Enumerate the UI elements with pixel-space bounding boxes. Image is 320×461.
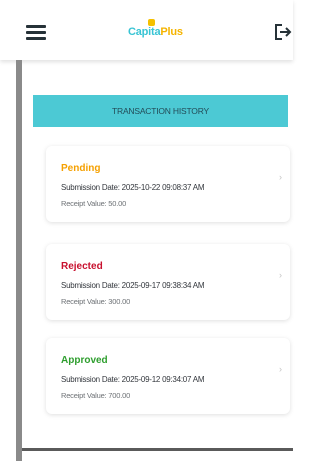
receipt-value: Receipt Value: 300.00 — [61, 297, 131, 306]
app-logo: CapitaPlus — [128, 26, 183, 38]
chevron-right-icon: › — [279, 172, 282, 182]
hamburger-menu-icon[interactable] — [26, 25, 46, 40]
transaction-history-banner: TRANSACTION HISTORY — [33, 95, 288, 127]
logout-icon[interactable] — [273, 22, 293, 42]
logo-mark-icon — [148, 19, 155, 26]
transaction-card-approved[interactable]: Approved Submission Date: 2025-09-12 09:… — [46, 338, 290, 414]
submission-date: Submission Date: 2025-09-17 09:38:34 AM — [61, 281, 205, 290]
transaction-card-rejected[interactable]: Rejected Submission Date: 2025-09-17 09:… — [46, 244, 290, 320]
logo-text-plus: Plus — [160, 26, 183, 38]
submission-date: Submission Date: 2025-10-22 09:08:37 AM — [61, 183, 205, 192]
receipt-value: Receipt Value: 50.00 — [61, 199, 127, 208]
page-title: TRANSACTION HISTORY — [112, 106, 209, 116]
submission-date: Submission Date: 2025-09-12 09:34:07 AM — [61, 375, 205, 384]
left-side-rail — [16, 60, 22, 461]
transaction-card-pending[interactable]: Pending Submission Date: 2025-10-22 09:0… — [46, 146, 290, 222]
status-label: Rejected — [61, 261, 103, 272]
chevron-right-icon: › — [279, 270, 282, 280]
status-label: Pending — [61, 163, 101, 174]
logo-text-capita: Capita — [128, 26, 161, 38]
bottom-divider — [22, 448, 293, 451]
receipt-value: Receipt Value: 700.00 — [61, 391, 131, 400]
chevron-right-icon: › — [279, 364, 282, 374]
top-app-bar: CapitaPlus — [0, 0, 293, 60]
status-label: Approved — [61, 355, 108, 366]
